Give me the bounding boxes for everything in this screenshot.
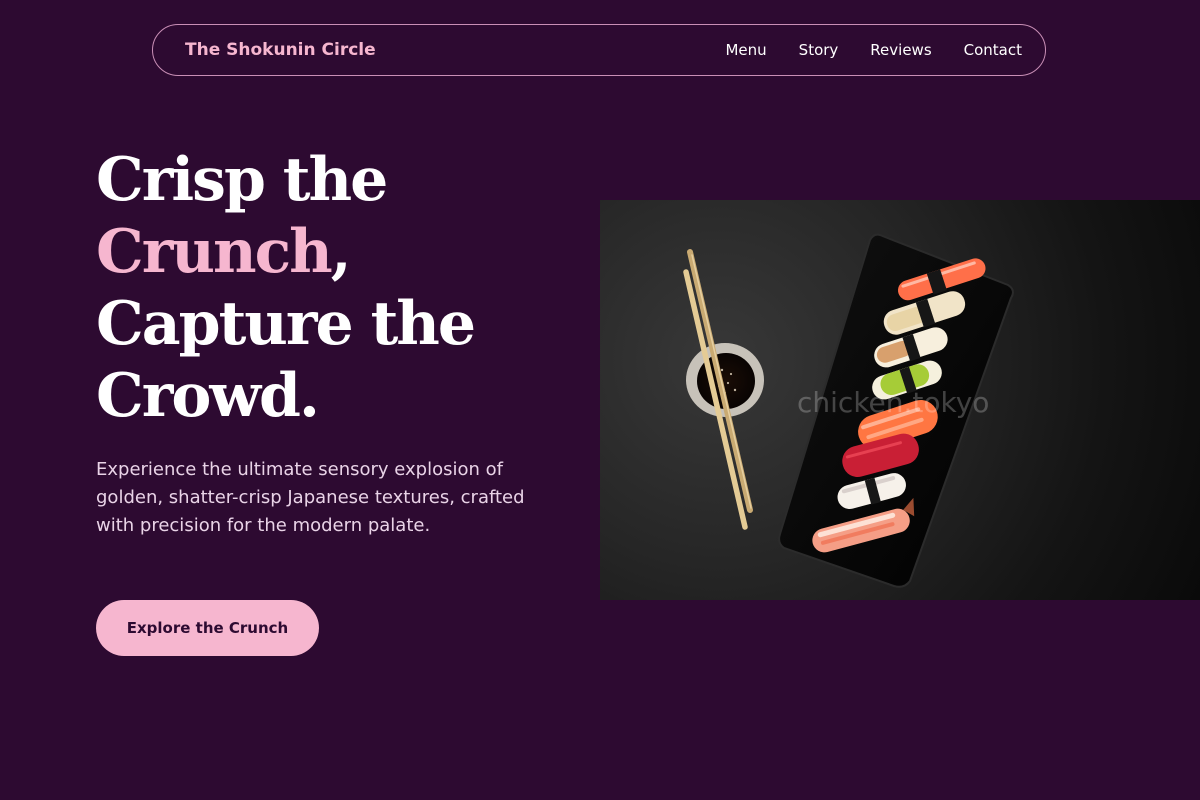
nav-link-contact[interactable]: Contact — [964, 41, 1022, 59]
headline-accent-word: Crunch — [96, 217, 333, 287]
brand-logo[interactable]: The Shokunin Circle — [185, 40, 376, 60]
top-nav: The Shokunin Circle Menu Story Reviews C… — [152, 24, 1046, 76]
headline-line-3: Capture the — [96, 289, 476, 359]
headline-line-2: Crunch, — [96, 216, 474, 288]
nav-link-reviews[interactable]: Reviews — [870, 41, 931, 59]
nav-link-menu[interactable]: Menu — [725, 41, 766, 59]
nav-link-story[interactable]: Story — [799, 41, 839, 59]
hero-description: Experience the ultimate sensory explosio… — [96, 459, 525, 536]
headline-line-4: Crowd. — [96, 361, 320, 431]
headline-line-1: Crisp the — [96, 145, 388, 215]
headline-accent-suffix: , — [330, 217, 352, 287]
hero-image: chicken.tokyo — [600, 200, 1200, 600]
hero-headline: Crisp the Crunch, Capture the Crowd. — [96, 144, 476, 432]
nav-links: Menu Story Reviews Contact — [725, 41, 1022, 59]
explore-crunch-button[interactable]: Explore the Crunch — [96, 600, 319, 656]
image-watermark: chicken.tokyo — [797, 386, 990, 419]
